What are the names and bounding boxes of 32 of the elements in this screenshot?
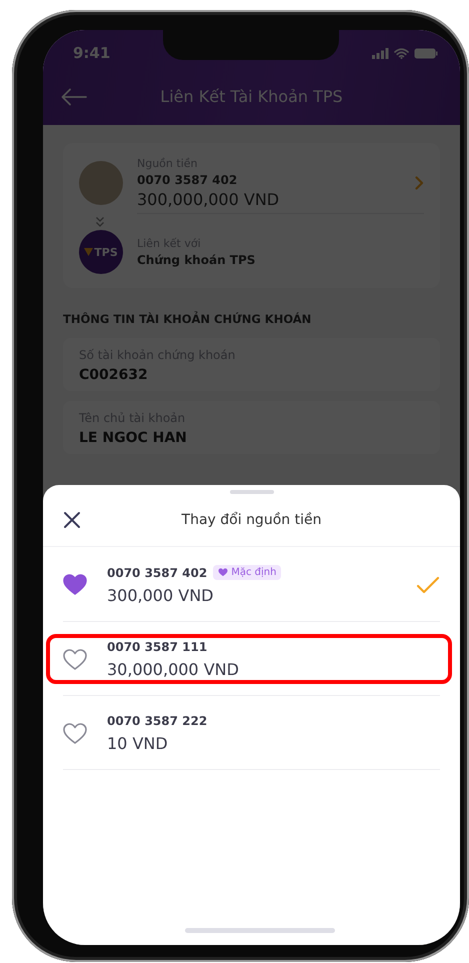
sheet-title: Thay đổi nguồn tiền [180, 512, 322, 528]
double-chevron-down-icon [95, 216, 105, 228]
battery-icon [414, 48, 438, 58]
logo-text: TPS [94, 246, 118, 258]
field-value: LE NGOC HAN [79, 430, 188, 446]
signal-icon [372, 48, 389, 58]
heart-outline-icon[interactable] [63, 722, 87, 744]
account-number: 0070 3587 402 [137, 173, 238, 187]
section-title: THÔNG TIN TÀI KHOẢN CHỨNG KHOÁN [63, 312, 312, 326]
avatar-placeholder [79, 161, 123, 205]
status-time: 9:41 [73, 44, 110, 62]
account-row[interactable]: 0070 3587 402 Mặc định 300,000 VND [43, 547, 460, 622]
heart-filled-icon[interactable] [63, 574, 87, 596]
field-value: C002632 [79, 367, 149, 383]
default-badge: Mặc định [213, 565, 282, 580]
account-number: 0070 3587 402 [107, 566, 208, 580]
wifi-icon [394, 48, 409, 58]
triangle-icon [84, 248, 94, 256]
screen-title: Liên Kết Tài Khoản TPS [159, 87, 344, 106]
close-icon[interactable] [63, 511, 81, 529]
account-number: 0070 3587 222 [107, 714, 208, 728]
account-balance: 10 VND [107, 734, 169, 753]
account-number: 0070 3587 111 [107, 640, 208, 654]
back-arrow-icon[interactable] [61, 88, 87, 106]
account-row[interactable]: 0070 3587 222 10 VND [43, 696, 460, 770]
account-balance: 30,000,000 VND [107, 660, 240, 679]
link-target: Chứng khoán TPS [137, 253, 256, 267]
drag-handle[interactable] [230, 490, 274, 494]
account-balance: 300,000,000 VND [137, 190, 280, 209]
account-row[interactable]: 0070 3587 111 30,000,000 VND [43, 622, 460, 696]
account-balance: 300,000 VND [107, 586, 214, 605]
heart-outline-icon[interactable] [63, 648, 87, 670]
